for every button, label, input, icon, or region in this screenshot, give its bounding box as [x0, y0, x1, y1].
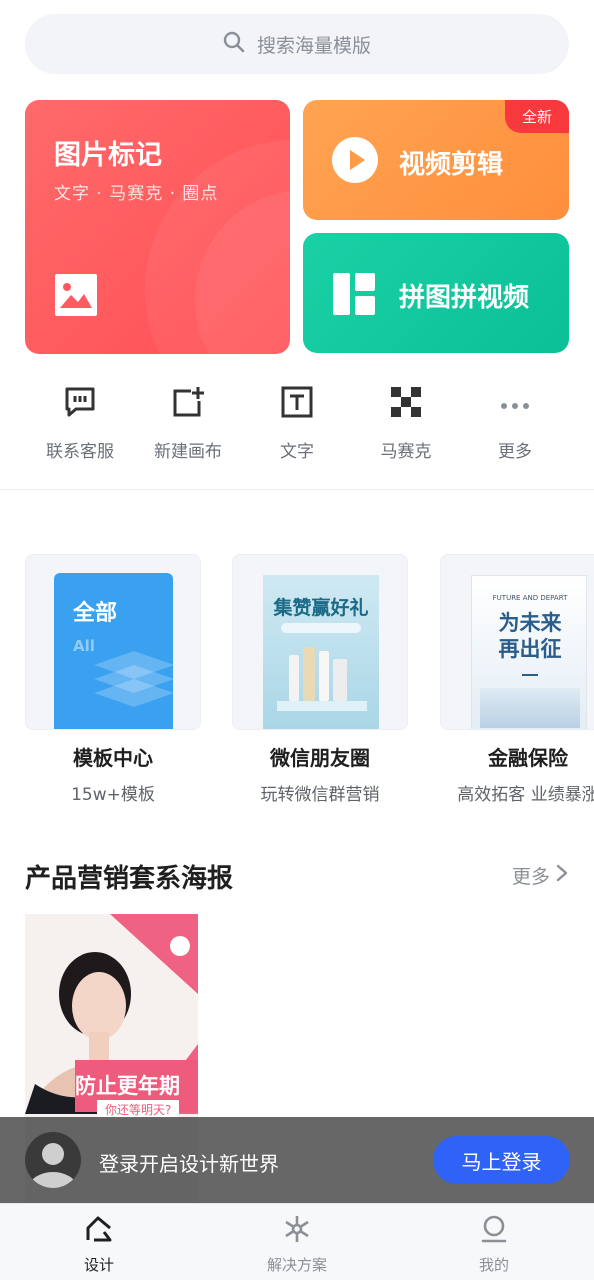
section-title: 产品营销套系海报 — [25, 864, 234, 894]
tab-design[interactable]: 设计 — [39, 1214, 159, 1275]
mosaic-icon — [391, 387, 421, 421]
quick-label: 新建画布 — [154, 442, 222, 462]
new-canvas-icon — [171, 385, 205, 423]
quick-contact-service[interactable]: 联系客服 — [25, 380, 135, 470]
template-subtitle: 高效拓客 业绩暴涨 — [457, 785, 594, 805]
template-subtitle: 玩转微信群营销 — [260, 785, 380, 805]
tab-profile[interactable]: 我的 — [434, 1214, 554, 1275]
video-edit-card[interactable]: 视频剪辑 全新 — [303, 100, 569, 220]
quick-label: 更多 — [498, 442, 532, 462]
avatar — [25, 1132, 81, 1188]
template-thumbnail: 集赞赢好礼 — [232, 554, 408, 730]
tab-label: 我的 — [478, 1256, 509, 1274]
collage-icon — [333, 273, 375, 319]
thumb-title: 集赞赢好礼 — [273, 597, 369, 619]
new-badge: 全新 — [505, 100, 569, 133]
quick-mosaic[interactable]: 马赛克 — [351, 380, 461, 470]
solution-icon — [282, 1216, 312, 1248]
poster-headline: 防止更年期 — [75, 1074, 180, 1098]
play-icon — [332, 137, 378, 187]
collage-title: 拼图拼视频 — [399, 283, 530, 313]
text-icon — [281, 386, 313, 422]
template-card-all[interactable]: 全部 All 模板中心 15w+模板 — [25, 554, 201, 805]
quick-new-canvas[interactable]: 新建画布 — [133, 380, 243, 470]
image-mark-card[interactable]: 图片标记 文字 · 马赛克 · 圈点 — [25, 100, 290, 354]
more-dots-icon — [500, 395, 530, 414]
template-name: 微信朋友圈 — [270, 746, 370, 770]
quick-label: 联系客服 — [46, 442, 114, 462]
thumb-title: 全部 — [73, 601, 118, 626]
chat-icon — [64, 386, 96, 422]
tab-label: 设计 — [83, 1256, 114, 1274]
thumb-sub: All — [73, 637, 95, 655]
template-thumbnail: FUTURE AND DEPART 为未来再出征 — [440, 554, 594, 730]
quick-text[interactable]: 文字 — [242, 380, 352, 470]
template-name: 金融保险 — [488, 746, 568, 770]
image-mark-subtitle: 文字 · 马赛克 · 圈点 — [54, 184, 219, 204]
tab-solutions[interactable]: 解决方案 — [237, 1214, 357, 1275]
template-subtitle: 15w+模板 — [71, 785, 155, 805]
section-more-link[interactable]: 更多 — [512, 862, 568, 889]
video-edit-title: 视频剪辑 — [399, 150, 504, 180]
search-icon — [223, 31, 245, 57]
template-card-wechat[interactable]: 集赞赢好礼 微信朋友圈 玩转微信群营销 — [232, 554, 408, 805]
profile-icon — [479, 1215, 509, 1248]
thumb-en: FUTURE AND DEPART — [492, 594, 568, 602]
search-placeholder: 搜索海量模版 — [256, 34, 371, 57]
template-name: 模板中心 — [73, 746, 153, 770]
template-card-finance[interactable]: FUTURE AND DEPART 为未来再出征 金融保险 高效拓客 业绩暴涨 — [440, 554, 594, 805]
bottom-tab-bar: 设计 解决方案 我的 — [0, 1203, 594, 1280]
quick-more[interactable]: 更多 — [460, 380, 570, 470]
thumb-title: 为未来再出征 — [498, 611, 562, 661]
design-icon — [84, 1216, 114, 1248]
quick-label: 文字 — [280, 442, 314, 462]
quick-actions: 联系客服 新建画布 文字 马赛克 更多 — [0, 380, 594, 470]
section-divider — [0, 489, 594, 490]
image-mark-title: 图片标记 — [54, 140, 162, 171]
search-bar[interactable]: 搜索海量模版 — [25, 14, 569, 74]
template-thumbnail: 全部 All — [25, 554, 201, 730]
tab-label: 解决方案 — [266, 1256, 327, 1274]
more-label: 更多 — [511, 866, 550, 888]
login-prompt: 登录开启设计新世界 — [99, 1152, 279, 1176]
login-banner: 登录开启设计新世界 马上登录 — [0, 1117, 594, 1203]
collage-card[interactable]: 拼图拼视频 — [303, 233, 569, 353]
quick-label: 马赛克 — [380, 442, 432, 462]
chevron-right-icon — [556, 864, 568, 887]
login-button[interactable]: 马上登录 — [433, 1136, 570, 1184]
image-icon — [55, 274, 97, 320]
